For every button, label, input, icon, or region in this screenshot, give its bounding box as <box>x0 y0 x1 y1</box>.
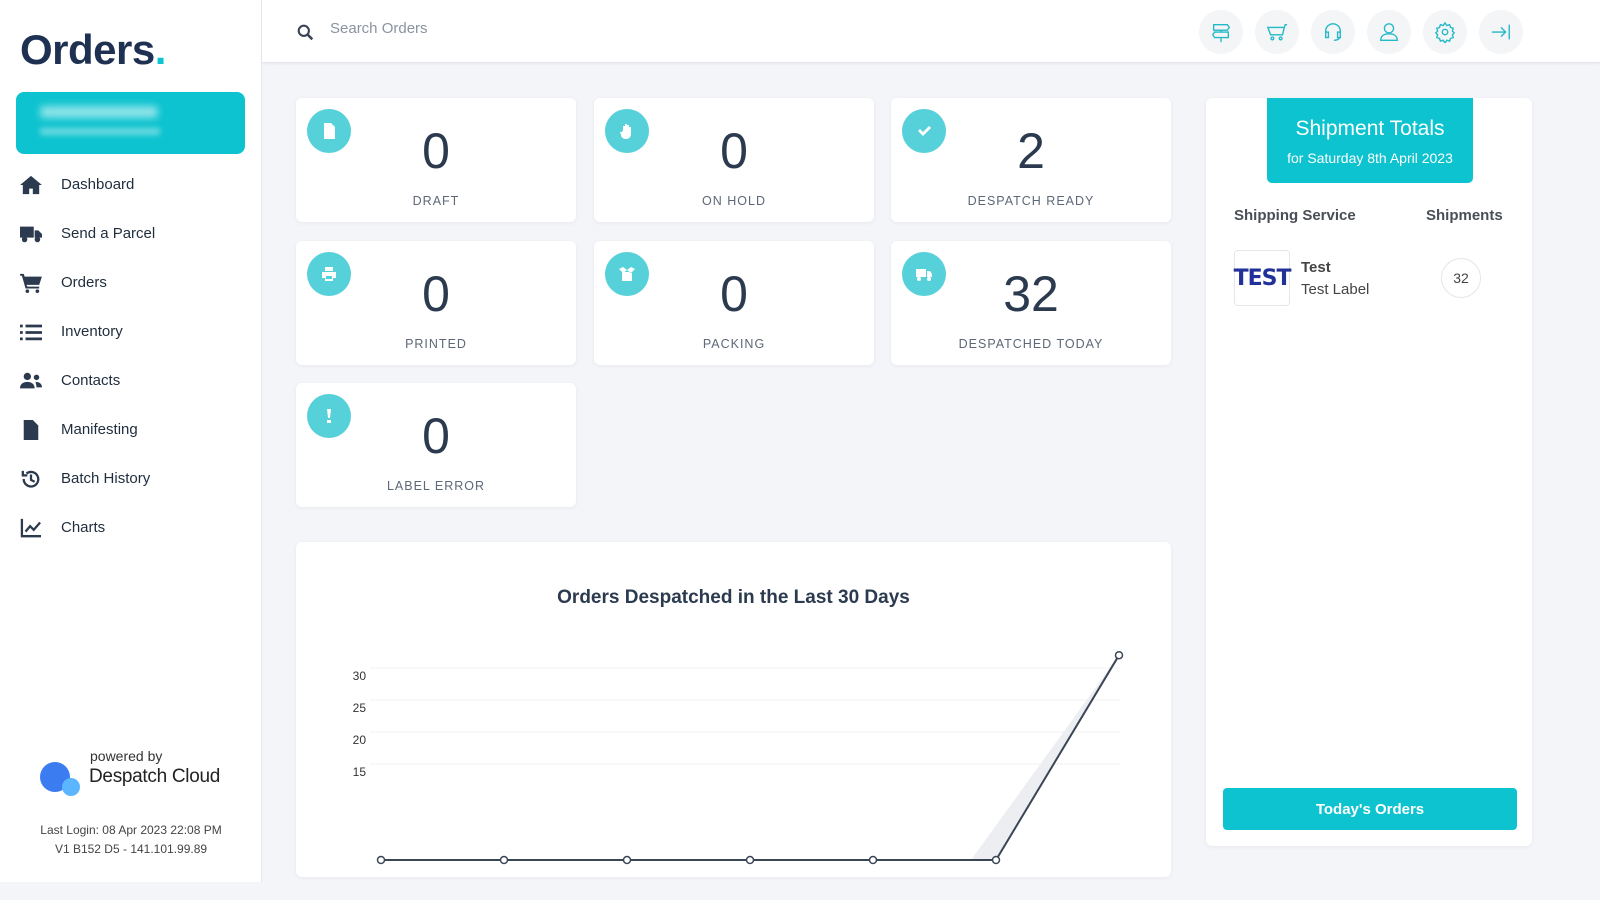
support-button[interactable] <box>1311 10 1355 54</box>
stat-label: LABEL ERROR <box>386 479 486 493</box>
service-logo: TEST <box>1234 250 1291 306</box>
logo-dot: . <box>154 26 167 73</box>
stat-card-despatched-today[interactable]: 32 DESPATCHED TODAY <box>891 241 1171 365</box>
user-name-blurred <box>40 106 158 118</box>
search-icon <box>297 24 314 41</box>
y-tick-label: 30 <box>353 669 367 683</box>
column-header-shipments: Shipments <box>1426 207 1503 224</box>
orders-line-chart: 15 20 25 30 <box>353 650 1124 865</box>
y-tick-label: 20 <box>353 733 367 747</box>
sidebar-item-dashboard[interactable]: Dashboard <box>0 160 262 209</box>
document-icon <box>23 419 39 440</box>
settings-button[interactable] <box>1423 10 1467 54</box>
sidebar-item-orders[interactable]: Orders <box>0 258 262 307</box>
cart-button[interactable] <box>1255 10 1299 54</box>
cart-icon <box>1266 23 1288 41</box>
sidebar-item-batch-history[interactable]: Batch History <box>0 454 262 503</box>
shipment-count-badge: 32 <box>1441 258 1481 298</box>
truck-icon <box>20 226 42 242</box>
stat-card-printed[interactable]: 0 PRINTED <box>296 241 576 365</box>
nav-label: Dashboard <box>61 176 135 193</box>
list-icon <box>20 324 42 340</box>
stat-value: 2 <box>1017 123 1045 179</box>
stat-card-on-hold[interactable]: 0 ON HOLD <box>594 98 874 222</box>
home-icon <box>20 175 42 194</box>
logout-icon <box>1491 24 1510 40</box>
logo[interactable]: Orders. <box>20 26 166 74</box>
stat-value: 0 <box>422 123 450 179</box>
stat-value: 0 <box>422 408 450 464</box>
nav-label: Orders <box>61 274 107 291</box>
logo-text: Orders <box>20 26 155 73</box>
nav-label: Batch History <box>61 470 151 487</box>
despatch-cloud-logo-mark-small <box>62 778 80 796</box>
stat-card-label-error[interactable]: 0 LABEL ERROR <box>296 383 576 507</box>
nav-label: Contacts <box>61 372 121 389</box>
data-point <box>376 855 386 865</box>
nav-label: Charts <box>61 519 106 536</box>
stat-label: DESPATCH READY <box>967 194 1095 208</box>
y-tick-label: 15 <box>353 765 367 779</box>
nav-label: Manifesting <box>61 421 138 438</box>
stat-card-draft[interactable]: 0 DRAFT <box>296 98 576 222</box>
stat-label: DESPATCHED TODAY <box>958 337 1104 351</box>
brand-name: Despatch Cloud <box>89 766 220 787</box>
nav-label: Inventory <box>61 323 123 340</box>
sidebar-item-charts[interactable]: Charts <box>0 503 262 552</box>
shipment-totals-header: Shipment Totals for Saturday 8th April 2… <box>1267 98 1473 183</box>
shipment-totals-date: for Saturday 8th April 2023 <box>1287 150 1453 166</box>
profile-button[interactable] <box>1367 10 1411 54</box>
user-icon <box>1380 23 1398 41</box>
data-point <box>622 855 632 865</box>
stat-card-packing[interactable]: 0 PACKING <box>594 241 874 365</box>
stat-value: 32 <box>1003 266 1059 322</box>
search-input[interactable] <box>330 20 730 37</box>
powered-by-text: powered by <box>90 748 163 764</box>
shipment-totals-panel: Shipment Totals for Saturday 8th April 2… <box>1206 98 1532 846</box>
sidebar-item-inventory[interactable]: Inventory <box>0 307 262 356</box>
user-account-button[interactable] <box>16 92 245 154</box>
todays-orders-button[interactable]: Today's Orders <box>1223 788 1517 830</box>
stat-label: DRAFT <box>412 194 460 208</box>
data-point <box>499 855 509 865</box>
last-login: Last Login: 08 Apr 2023 22:08 PM <box>40 823 222 837</box>
stat-label: PACKING <box>702 337 766 351</box>
sidebar-item-send-a-parcel[interactable]: Send a Parcel <box>0 209 262 258</box>
cart-icon <box>20 273 42 293</box>
topbar <box>262 0 1600 63</box>
nav-label: Send a Parcel <box>61 225 156 242</box>
stat-label: PRINTED <box>405 337 467 351</box>
data-point <box>1114 650 1124 660</box>
sidebar: Orders. Dashboard Send a Parcel Orders I… <box>0 0 262 882</box>
login-info: Last Login: 08 Apr 2023 22:08 PM V1 B152… <box>0 821 262 859</box>
users-icon <box>20 372 42 388</box>
orders-chart-card: Orders Despatched in the Last 30 Days 15… <box>296 542 1171 877</box>
history-icon <box>21 470 40 488</box>
line-chart-icon <box>20 518 41 537</box>
data-point <box>991 855 1001 865</box>
stat-label: ON HOLD <box>702 194 766 208</box>
series-area <box>971 655 1119 860</box>
stat-value: 0 <box>422 266 450 322</box>
stat-card-despatch-ready[interactable]: 2 DESPATCH READY <box>891 98 1171 222</box>
column-header-service: Shipping Service <box>1234 207 1356 224</box>
signpost-button[interactable] <box>1199 10 1243 54</box>
y-tick-label: 25 <box>353 701 367 715</box>
shipment-totals-title: Shipment Totals <box>1295 117 1445 140</box>
user-email-blurred <box>40 128 160 135</box>
sidebar-item-manifesting[interactable]: Manifesting <box>0 405 262 454</box>
service-label: Test Label <box>1301 281 1370 298</box>
stat-value: 0 <box>720 266 748 322</box>
stat-value: 0 <box>720 123 748 179</box>
data-point <box>868 855 878 865</box>
sidebar-item-contacts[interactable]: Contacts <box>0 356 262 405</box>
logout-button[interactable] <box>1479 10 1523 54</box>
headset-icon <box>1324 23 1342 41</box>
version-info: V1 B152 D5 - 141.101.99.89 <box>54 842 208 856</box>
service-name: Test <box>1301 259 1331 276</box>
data-point <box>745 855 755 865</box>
signpost-icon <box>1211 23 1231 43</box>
sidebar-nav: Dashboard Send a Parcel Orders Inventory… <box>0 160 262 552</box>
gear-icon <box>1434 21 1456 43</box>
